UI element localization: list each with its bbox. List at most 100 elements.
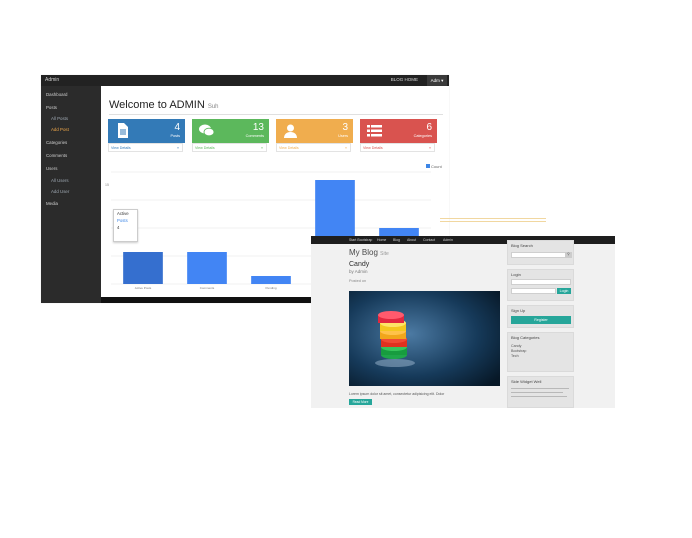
bar[interactable] (123, 252, 163, 284)
post-title[interactable]: Candy (349, 261, 369, 268)
blog-nav-contact[interactable]: Contact (423, 238, 435, 242)
page-title-text: Welcome to ADMIN (109, 99, 205, 111)
card-posts-details-link[interactable]: View Details » (108, 143, 183, 152)
arrow-right-icon: » (429, 146, 431, 150)
document-icon (118, 123, 128, 138)
sidebar-item-dashboard[interactable]: Dashboard (46, 92, 67, 97)
decorative-line (440, 221, 546, 222)
card-posts-details-label: View Details (111, 146, 131, 150)
x-tick-label: Pending (265, 286, 276, 290)
card-posts-head: 4 Posts (108, 119, 185, 143)
user-icon (284, 124, 297, 138)
blog-nav-brand[interactable]: Start Bootstrap (349, 238, 372, 242)
blog-nav-home[interactable]: Home (377, 238, 386, 242)
sidebar-item-comments[interactable]: Comments (46, 153, 67, 158)
arrow-right-icon: » (177, 146, 179, 150)
card-users: 3 Users View Details » (276, 119, 353, 153)
blog-search-widget: Blog Search ⚲ (507, 240, 574, 265)
category-link[interactable]: Bootstrap (511, 349, 526, 353)
bar[interactable] (187, 252, 227, 284)
card-categories-label: Categories (413, 134, 432, 138)
admin-navbar: Admin BLOG HOME Adm ▾ (41, 75, 449, 86)
candy-photo (349, 291, 500, 386)
page-title: Welcome to ADMIN Suh (109, 99, 219, 111)
card-comments-details-link[interactable]: View Details » (192, 143, 267, 152)
page-title-small: Suh (207, 104, 219, 110)
card-users-count: 3 (342, 122, 348, 133)
card-comments: 13 Comments View Details » (192, 119, 269, 153)
blog-nav-blog[interactable]: Blog (393, 238, 400, 242)
card-posts-count: 4 (174, 122, 180, 133)
card-categories-details-label: View Details (363, 146, 383, 150)
card-categories-count: 6 (426, 122, 432, 133)
x-tick-label: Active Posts (135, 286, 152, 290)
admin-brand[interactable]: Admin (45, 77, 59, 83)
card-users-details-link[interactable]: View Details » (276, 143, 351, 152)
sidebar-item-posts[interactable]: Posts (46, 105, 57, 110)
categories-heading: Blog Categories (511, 335, 540, 340)
legend-swatch (426, 164, 430, 168)
register-button[interactable]: Register (511, 316, 571, 324)
sidebar-item-media[interactable]: Media (46, 201, 58, 206)
sidebar-item-categories[interactable]: Categories (46, 140, 67, 145)
card-comments-count: 13 (252, 122, 264, 133)
tooltip-line-2: Posts (117, 218, 128, 223)
user-menu-label: Adm (430, 78, 440, 83)
card-users-label: Users (338, 134, 348, 138)
side-widget: Side Widget Well (507, 376, 574, 408)
side-widget-heading: Side Widget Well (511, 379, 542, 384)
blog-nav-admin[interactable]: Admin (443, 238, 453, 242)
card-comments-details-label: View Details (195, 146, 215, 150)
login-heading: Login (511, 272, 521, 277)
category-link[interactable]: Tech (511, 354, 519, 358)
card-categories-head: 6 Categories (360, 119, 437, 143)
username-field[interactable] (511, 279, 571, 285)
login-widget: Login Login (507, 269, 574, 301)
search-icon[interactable]: ⚲ (565, 252, 572, 258)
title-divider (109, 114, 443, 115)
bar[interactable] (251, 276, 291, 284)
signup-widget: Sign Up Register (507, 305, 574, 328)
chart-legend: Count (426, 164, 442, 169)
sidebar-item-all-posts[interactable]: All Posts (51, 116, 68, 121)
card-posts-label: Posts (170, 134, 181, 138)
sidebar-item-add-post[interactable]: Add Post (51, 127, 69, 132)
post-excerpt: Lorem ipsum dolor sit amet, consectetur … (349, 392, 445, 396)
blog-nav-about[interactable]: About (407, 238, 416, 242)
read-more-button[interactable]: Read More (349, 399, 372, 405)
categories-widget: Blog Categories Candy Bootstrap Tech (507, 332, 574, 372)
text-placeholder-line (511, 396, 567, 397)
chart-tooltip: Active Posts 4 (113, 209, 138, 242)
list-icon (367, 125, 382, 137)
card-categories-details-link[interactable]: View Details » (360, 143, 435, 152)
comments-icon (199, 124, 215, 137)
card-comments-label: Comments (245, 134, 264, 138)
legend-label: Count (431, 164, 442, 169)
post-date: Posted on (349, 279, 367, 283)
x-tick-label: Comments (200, 286, 215, 290)
blog-home-link[interactable]: BLOG HOME (391, 77, 418, 82)
card-comments-head: 13 Comments (192, 119, 269, 143)
user-menu-button[interactable]: Adm ▾ (427, 75, 447, 86)
card-posts: 4 Posts View Details » (108, 119, 185, 153)
category-link[interactable]: Candy (511, 344, 521, 348)
text-placeholder-line (511, 388, 569, 389)
arrow-right-icon: » (345, 146, 347, 150)
sidebar-item-add-user[interactable]: Add User (51, 189, 69, 194)
decorative-line (440, 218, 546, 219)
signup-heading: Sign Up (511, 308, 526, 313)
password-field[interactable] (511, 288, 556, 294)
arrow-right-icon: » (261, 146, 263, 150)
post-author: by Admin (349, 269, 368, 274)
tooltip-line-1: Active (117, 211, 129, 216)
blog-title: My Blog Site (349, 248, 389, 257)
sidebar-item-users[interactable]: Users (46, 166, 57, 171)
card-categories: 6 Categories View Details » (360, 119, 437, 153)
blog-screenshot: Start Bootstrap Home Blog About Contact … (311, 236, 615, 408)
blog-title-text: My Blog (349, 248, 378, 257)
card-users-head: 3 Users (276, 119, 353, 143)
search-input[interactable] (511, 252, 566, 258)
login-button[interactable]: Login (557, 288, 571, 294)
sidebar-item-all-users[interactable]: All Users (51, 178, 69, 183)
blog-title-small: Site (380, 251, 389, 257)
